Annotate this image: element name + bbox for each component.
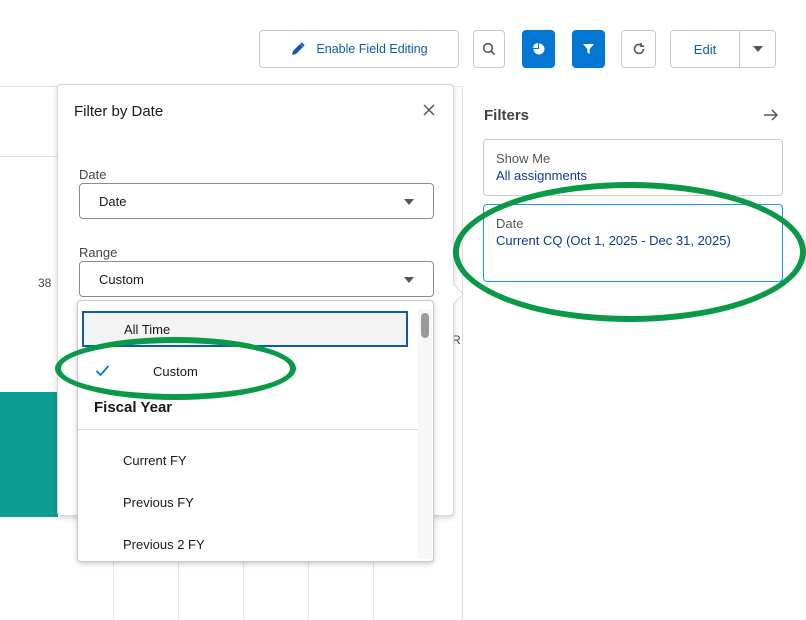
option-custom[interactable]: Custom xyxy=(78,351,418,391)
group-divider xyxy=(78,429,418,430)
dropdown-scrollbar-thumb[interactable] xyxy=(421,313,429,338)
arrow-right-icon xyxy=(764,109,779,121)
range-dropdown-list[interactable]: All Time Custom Fiscal Year Current FY P… xyxy=(77,300,434,562)
enable-field-editing-button[interactable]: Enable Field Editing xyxy=(259,30,459,68)
filter-card-date[interactable]: Date Current CQ (Oct 1, 2025 - Dec 31, 2… xyxy=(483,204,783,282)
date-field-value: Date xyxy=(99,193,127,209)
refresh-button[interactable] xyxy=(621,30,656,68)
checkmark-icon xyxy=(95,365,110,377)
filter-card-show-me[interactable]: Show Me All assignments xyxy=(483,139,783,196)
filter-card-value: All assignments xyxy=(496,168,588,183)
filters-panel-title: Filters xyxy=(484,107,530,124)
pie-chart-icon xyxy=(532,43,544,55)
popover-title: Filter by Date xyxy=(74,103,164,120)
refresh-icon xyxy=(633,43,644,55)
group-heading-fiscal-year: Fiscal Year xyxy=(94,399,173,416)
edit-label: Edit xyxy=(693,41,717,57)
search-icon xyxy=(482,42,496,56)
caret-down-icon xyxy=(404,199,414,205)
date-field-select[interactable]: Date xyxy=(79,183,434,219)
caret-down-icon xyxy=(404,277,414,283)
option-label: Previous 2 FY xyxy=(123,536,205,552)
option-current-fy[interactable]: Current FY xyxy=(78,440,418,480)
chart-button[interactable] xyxy=(522,30,555,68)
filter-card-label: Show Me xyxy=(496,151,551,166)
report-toolbar: Enable Field Editing Edit xyxy=(0,0,806,86)
close-icon xyxy=(423,104,435,116)
filter-icon xyxy=(583,43,594,54)
option-label: Previous FY xyxy=(123,494,194,510)
option-all-time[interactable]: All Time xyxy=(82,311,408,347)
filter-card-value: Current CQ (Oct 1, 2025 - Dec 31, 2025) xyxy=(496,233,731,248)
report-bar xyxy=(0,392,58,517)
edit-menu-button[interactable] xyxy=(739,30,776,68)
close-button[interactable] xyxy=(418,99,440,121)
enable-field-editing-label: Enable Field Editing xyxy=(316,42,428,56)
dropdown-scrollbar[interactable] xyxy=(418,309,432,559)
range-value: Custom xyxy=(99,271,144,287)
option-previous-2-fy[interactable]: Previous 2 FY xyxy=(78,524,418,561)
option-label: Custom xyxy=(153,363,198,379)
report-gridline xyxy=(0,156,60,157)
collapse-filters-button[interactable] xyxy=(762,106,782,126)
option-label: Current FY xyxy=(123,452,187,468)
range-label: Range xyxy=(79,245,118,260)
range-select[interactable]: Custom xyxy=(79,261,434,297)
option-previous-fy[interactable]: Previous FY xyxy=(78,482,418,522)
edit-button[interactable]: Edit xyxy=(670,30,740,68)
filter-button[interactable] xyxy=(572,30,605,68)
date-field-label: Date xyxy=(79,167,107,182)
pencil-icon xyxy=(292,42,306,55)
search-button[interactable] xyxy=(473,30,505,68)
filter-card-label: Date xyxy=(496,216,524,231)
chevron-down-icon xyxy=(752,46,763,52)
panel-divider xyxy=(462,86,463,620)
report-axis-label: 38 xyxy=(38,276,52,290)
option-label: All Time xyxy=(124,321,171,337)
